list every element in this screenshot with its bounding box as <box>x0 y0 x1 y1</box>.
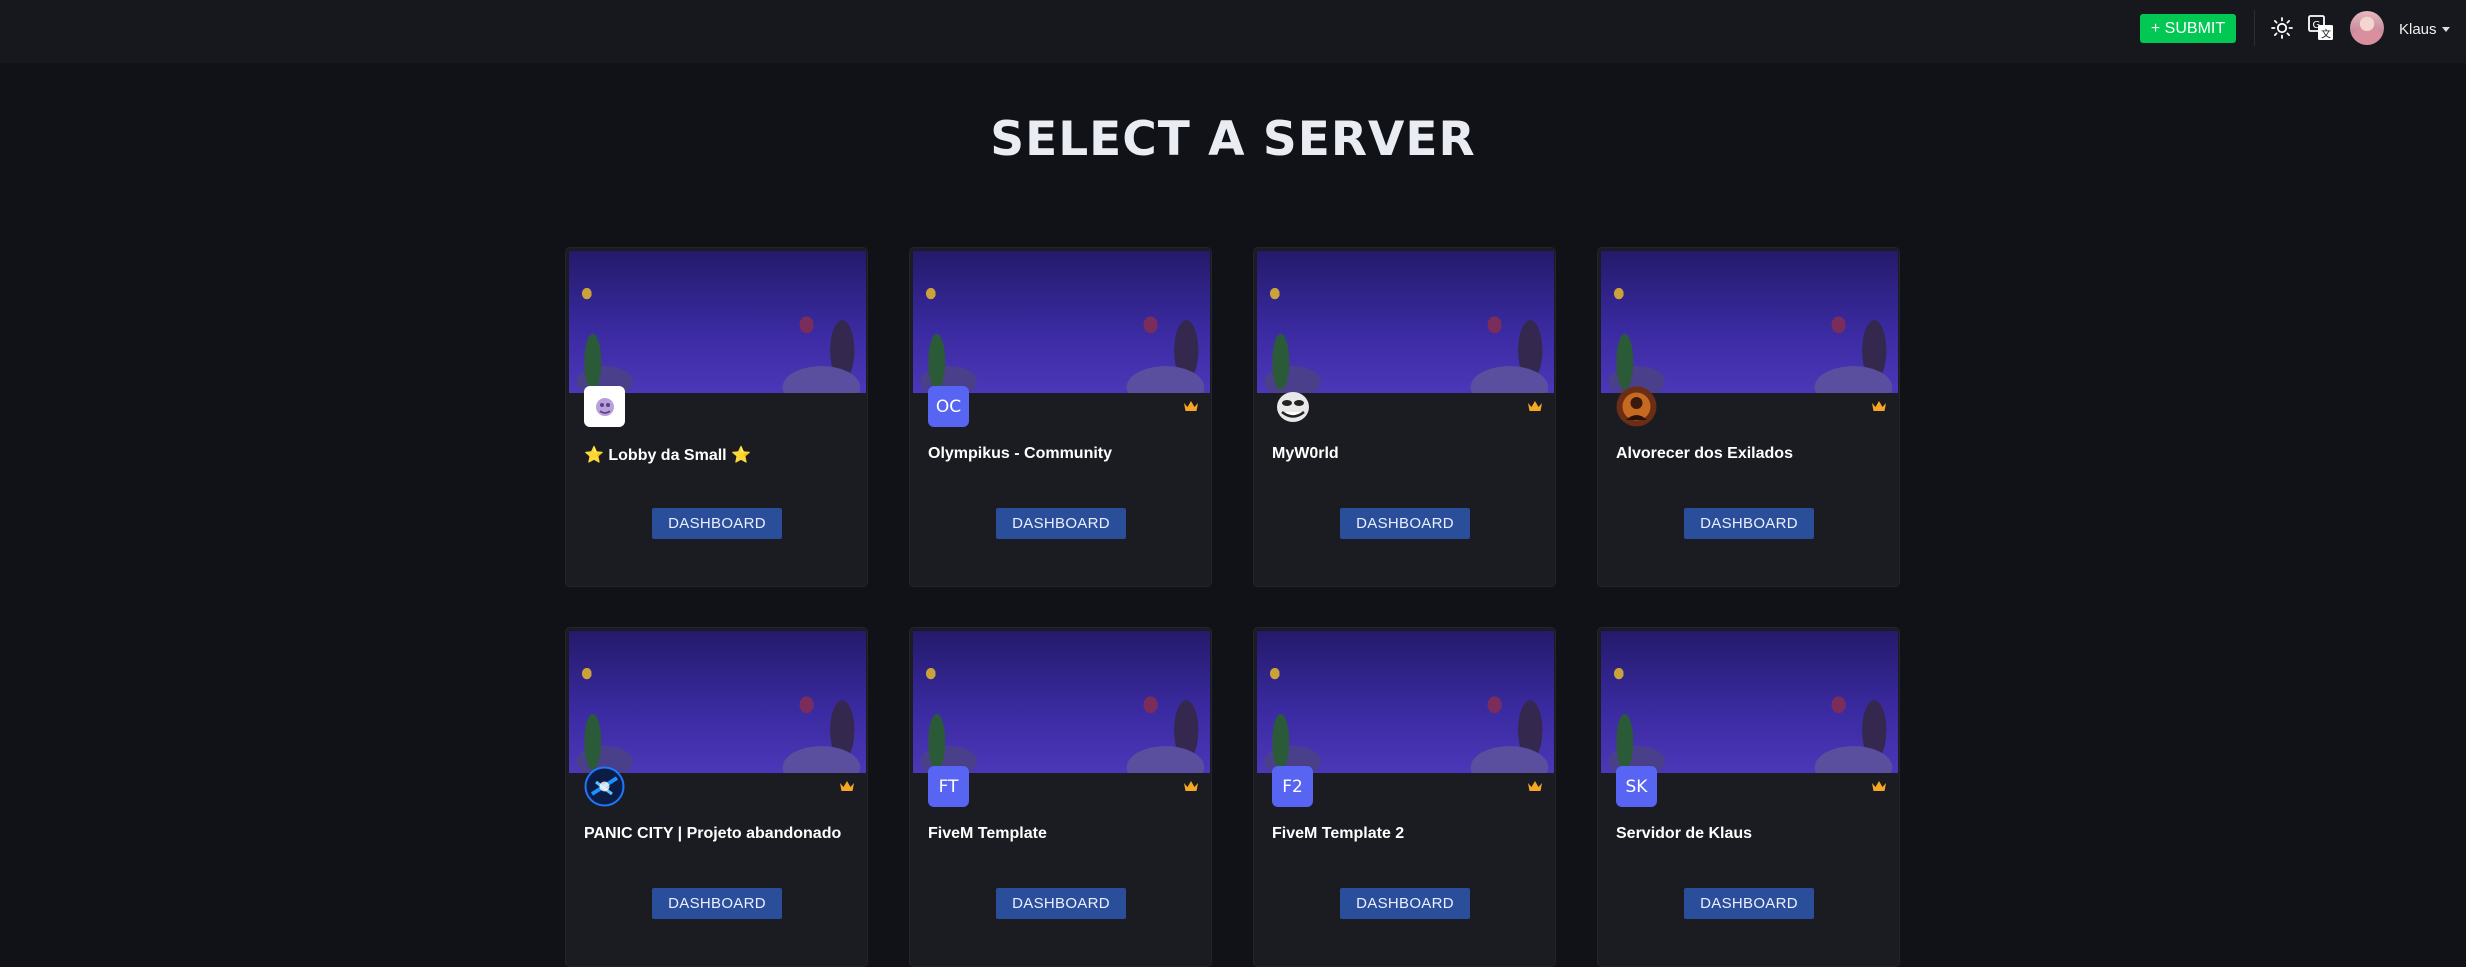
crown-icon <box>1872 401 1886 411</box>
server-banner <box>1601 631 1898 773</box>
server-initials-icon: FT <box>928 766 969 807</box>
translate-icon[interactable]: G 文 <box>2307 14 2335 42</box>
crown-icon <box>1528 401 1542 411</box>
server-avatar-icon <box>1272 386 1313 427</box>
server-name: Olympikus - Community <box>928 445 1113 462</box>
server-grid: ⭐ Lobby da Small ⭐ DASHBOARD OC Olympiku… <box>565 247 1900 967</box>
server-card: SK Servidor de Klaus DASHBOARD <box>1597 627 1900 967</box>
dashboard-button[interactable]: DASHBOARD <box>1684 508 1814 539</box>
server-name: Servidor de Klaus <box>1616 825 1753 842</box>
server-banner <box>1257 251 1554 393</box>
dashboard-button[interactable]: DASHBOARD <box>996 508 1126 539</box>
sun-icon[interactable] <box>2270 16 2294 40</box>
server-avatar-icon <box>1616 386 1657 427</box>
svg-text:文: 文 <box>2321 28 2331 41</box>
user-avatar[interactable] <box>2350 11 2384 45</box>
server-banner <box>1601 251 1898 393</box>
server-name: Alvorecer dos Exilados <box>1616 445 1793 462</box>
user-menu-dropdown[interactable]: Klaus <box>2399 19 2450 39</box>
server-name: FiveM Template <box>928 825 1047 842</box>
submit-button[interactable]: + SUBMIT <box>2140 14 2236 43</box>
server-card: F2 FiveM Template 2 DASHBOARD <box>1253 627 1556 967</box>
server-card: ⭐ Lobby da Small ⭐ DASHBOARD <box>565 247 868 587</box>
server-banner <box>569 631 866 773</box>
crown-icon <box>1872 781 1886 791</box>
dashboard-button[interactable]: DASHBOARD <box>1340 888 1470 919</box>
crown-icon <box>1184 401 1198 411</box>
server-avatar-icon <box>584 766 625 807</box>
crown-icon <box>1184 781 1198 791</box>
navbar-divider <box>2254 10 2255 46</box>
server-banner <box>1257 631 1554 773</box>
crown-icon <box>1528 781 1542 791</box>
server-name: PANIC CITY | Projeto abandonado <box>584 825 842 842</box>
server-initials-icon: F2 <box>1272 766 1313 807</box>
dashboard-button[interactable]: DASHBOARD <box>652 888 782 919</box>
server-banner <box>569 251 866 393</box>
server-initials-icon: SK <box>1616 766 1657 807</box>
dashboard-button[interactable]: DASHBOARD <box>652 508 782 539</box>
server-banner <box>913 631 1210 773</box>
chevron-down-icon <box>2441 26 2450 32</box>
crown-icon <box>840 781 854 791</box>
server-card: OC Olympikus - Community DASHBOARD <box>909 247 1212 587</box>
server-name: ⭐ Lobby da Small ⭐ <box>584 447 751 464</box>
server-card: PANIC CITY | Projeto abandonado DASHBOAR… <box>565 627 868 967</box>
top-navbar: + SUBMIT G 文 Klaus <box>0 0 2466 63</box>
dashboard-button[interactable]: DASHBOARD <box>1684 888 1814 919</box>
server-name: FiveM Template 2 <box>1272 825 1405 842</box>
server-name: MyW0rld <box>1272 445 1339 462</box>
server-card: MyW0rld DASHBOARD <box>1253 247 1556 587</box>
server-card: FT FiveM Template DASHBOARD <box>909 627 1212 967</box>
user-name: Klaus <box>2399 20 2437 38</box>
dashboard-button[interactable]: DASHBOARD <box>1340 508 1470 539</box>
dashboard-button[interactable]: DASHBOARD <box>996 888 1126 919</box>
server-initials-icon: OC <box>928 386 969 427</box>
server-avatar-icon <box>584 386 625 427</box>
page-title: SELECT A SERVER <box>990 112 1476 167</box>
server-banner <box>913 251 1210 393</box>
server-card: Alvorecer dos Exilados DASHBOARD <box>1597 247 1900 587</box>
